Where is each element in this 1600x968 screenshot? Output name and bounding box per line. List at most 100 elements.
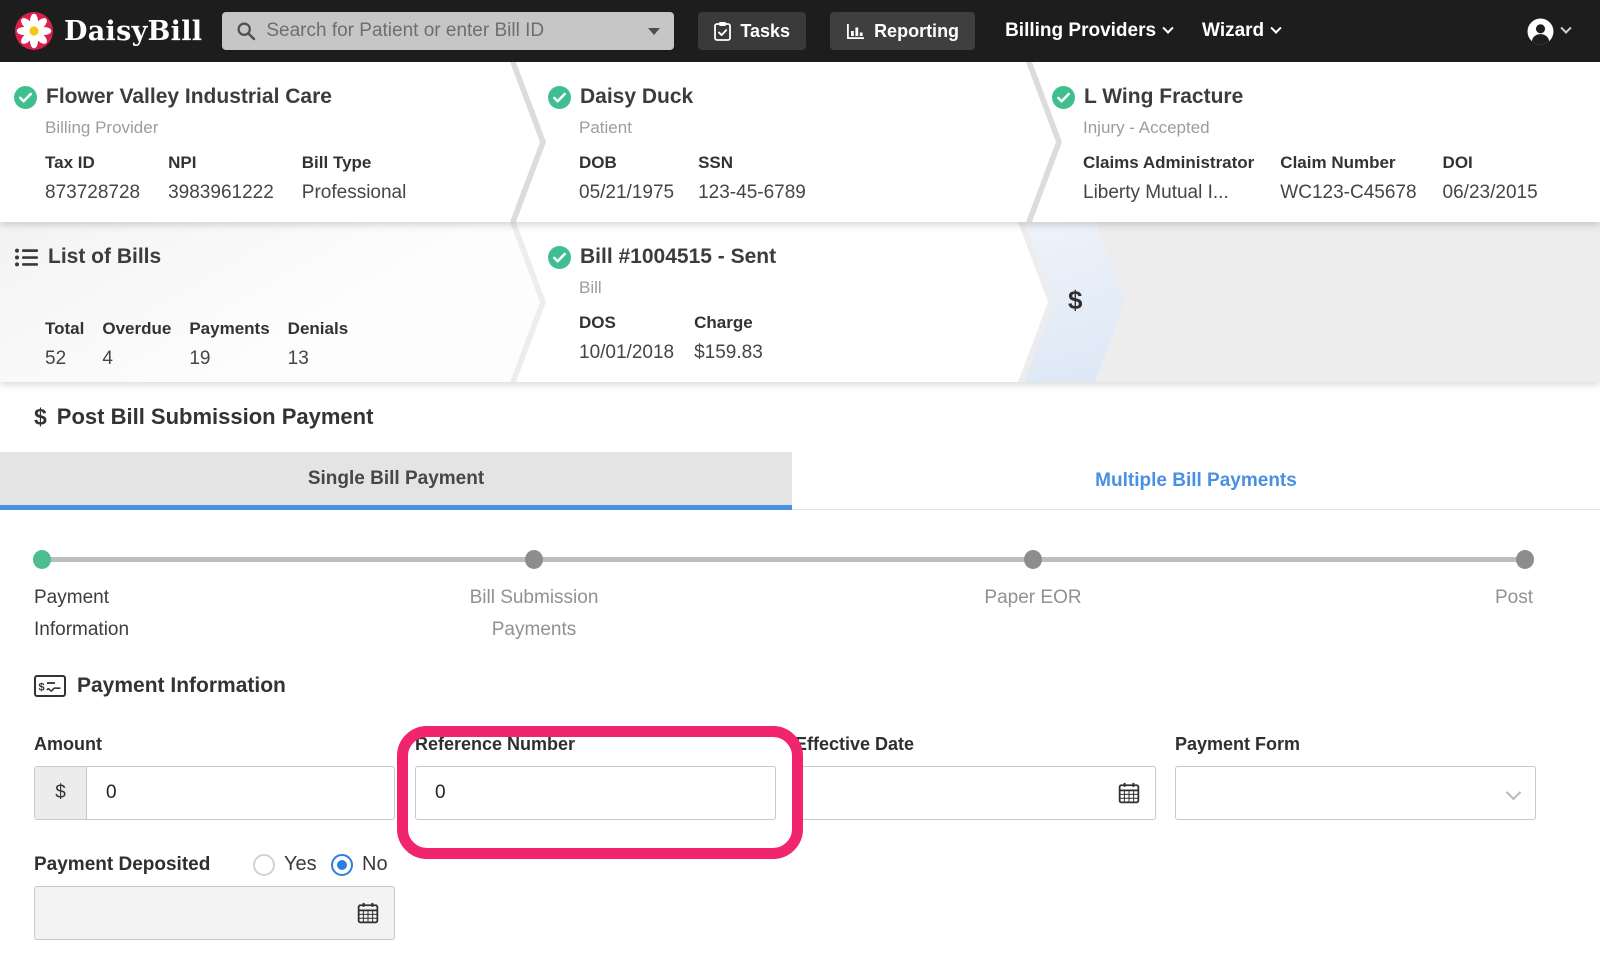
chevron-down-icon — [1162, 22, 1174, 34]
payment-progress-stepper: Payment Information Bill Submission Paym… — [0, 510, 1600, 672]
patient-subtitle: Patient — [579, 118, 632, 137]
post-payment-section-header: $ Post Bill Submission Payment — [0, 382, 1600, 452]
step-label-paper-eor: Paper EOR — [984, 587, 1082, 608]
reference-number-label: Reference Number — [415, 734, 576, 754]
amount-currency-prefix: $ — [35, 767, 87, 819]
search-icon — [236, 21, 256, 41]
field-label: DOI — [1442, 153, 1473, 172]
payment-information-title: Payment Information — [77, 674, 286, 697]
stepper-track — [42, 557, 1525, 562]
check-circle-icon — [548, 86, 571, 109]
deposit-date-input[interactable] — [35, 887, 335, 939]
field-label: Tax ID — [45, 153, 95, 172]
calendar-icon[interactable] — [1118, 782, 1140, 804]
field-value: 06/23/2015 — [1442, 182, 1538, 203]
step-dot-post — [1516, 550, 1534, 569]
bill-subtitle: Bill — [579, 278, 602, 297]
radio-checked-icon[interactable] — [331, 853, 353, 876]
check-circle-icon — [1052, 85, 1075, 109]
reporting-chart-icon — [846, 23, 865, 40]
step-label-bill-submission-payments: Bill Submission Payments — [469, 587, 599, 640]
chevron-down-icon — [1560, 22, 1572, 34]
breadcrumb-list-of-bills[interactable]: List of Bills Total 52 Overdue 4 Payments 1… — [0, 222, 540, 382]
breadcrumb-billing-provider[interactable]: Flower Valley Industrial Care Billing Pr… — [0, 62, 540, 222]
breadcrumb-injury[interactable]: L Wing Fracture Injury - Accepted Claims… — [1032, 62, 1600, 222]
search-input[interactable] — [266, 20, 641, 42]
wizard-menu[interactable]: Wizard — [1202, 20, 1282, 42]
field-value: 13 — [287, 348, 309, 369]
tab-multiple-bill-payments[interactable]: Multiple Bill Payments — [792, 452, 1600, 510]
breadcrumb-row-entities: Flower Valley Industrial Care Billing Pr… — [0, 62, 1600, 222]
field-value: WC123-C45678 — [1280, 182, 1417, 203]
step-dot-paper-eor — [1024, 550, 1042, 569]
field-label: Total — [45, 319, 85, 338]
tasks-button[interactable]: Tasks — [698, 12, 807, 50]
breadcrumb-row-bill: List of Bills Total 52 Overdue 4 Payments 1… — [0, 222, 1600, 382]
tab-label: Multiple Bill Payments — [1095, 469, 1297, 491]
daisy-flower-icon — [14, 11, 54, 51]
list-icon — [14, 247, 39, 268]
radio-label: Yes — [284, 853, 317, 875]
reference-number-input-group — [415, 766, 776, 820]
field-value: Liberty Mutual I... — [1083, 182, 1229, 203]
field-label: Claim Number — [1280, 153, 1396, 172]
payment-deposited-yes-radio[interactable]: Yes — [253, 853, 317, 876]
radio-label: No — [362, 853, 388, 875]
bill-title: Bill #1004515 - Sent — [580, 245, 777, 268]
reporting-label: Reporting — [874, 20, 960, 41]
user-avatar-icon — [1527, 18, 1554, 45]
field-value: 52 — [45, 348, 67, 369]
tab-single-bill-payment[interactable]: Single Bill Payment — [0, 452, 792, 510]
breadcrumb-bill[interactable]: Bill #1004515 - Sent Bill DOS 10/01/2018 … — [516, 222, 1048, 382]
field-label: Overdue — [102, 319, 172, 338]
field-value: 123-45-6789 — [698, 182, 806, 203]
radio-unchecked-icon[interactable] — [253, 853, 275, 876]
field-label: SSN — [698, 153, 734, 172]
field-label: NPI — [168, 153, 197, 172]
field-label: Denials — [287, 319, 349, 338]
tasks-label: Tasks — [740, 20, 791, 41]
payment-deposited-no-radio[interactable]: No — [331, 853, 388, 876]
field-label: Bill Type — [301, 153, 372, 172]
dollar-icon: $ — [1068, 285, 1083, 315]
billing-providers-label: Billing Providers — [1005, 20, 1157, 41]
payment-form-value — [1176, 767, 1535, 819]
field-label: DOB — [579, 153, 617, 172]
field-value: 3983961222 — [168, 182, 274, 203]
chevron-down-icon — [1270, 22, 1282, 34]
user-account-menu[interactable] — [1527, 18, 1572, 45]
field-label: Claims Administrator — [1083, 153, 1255, 172]
amount-input[interactable] — [87, 767, 394, 819]
reporting-button[interactable]: Reporting — [830, 12, 976, 50]
amount-label: Amount — [34, 734, 102, 754]
field-value: 05/21/1975 — [579, 182, 675, 203]
breadcrumb-patient[interactable]: Daisy Duck Patient DOB 05/21/1975 SSN 123-… — [516, 62, 1056, 222]
provider-title: Flower Valley Industrial Care — [46, 85, 332, 108]
field-label: Payments — [189, 319, 270, 338]
billing-providers-menu[interactable]: Billing Providers — [1005, 20, 1174, 42]
effective-date-label: Effective Date — [795, 734, 915, 754]
search-dropdown-caret-icon[interactable] — [648, 27, 661, 35]
patient-title: Daisy Duck — [580, 85, 694, 108]
reference-number-input[interactable] — [416, 767, 775, 819]
svg-text:$: $ — [39, 682, 45, 694]
brand-logo[interactable]: DaisyBill — [14, 11, 202, 51]
top-navbar: DaisyBill Tasks — [0, 0, 1600, 62]
patient-search[interactable] — [222, 12, 675, 50]
field-value: Professional — [301, 182, 407, 203]
effective-date-input[interactable] — [796, 767, 1118, 819]
check-money-icon: $ — [34, 675, 66, 697]
payment-form-select[interactable] — [1175, 766, 1536, 820]
tab-label: Single Bill Payment — [307, 467, 485, 489]
section-title: Post Bill Submission Payment — [56, 404, 374, 429]
field-value: 10/01/2018 — [579, 342, 675, 363]
field-value: $159.83 — [694, 342, 763, 363]
field-value: 4 — [102, 348, 113, 369]
field-label: Charge — [694, 313, 753, 332]
list-of-bills-title: List of Bills — [48, 245, 162, 268]
payment-form-label: Payment Form — [1175, 734, 1301, 754]
payment-tabs: Single Bill Payment Multiple Bill Paymen… — [0, 452, 1600, 510]
calendar-icon[interactable] — [357, 902, 379, 924]
step-dot-payment-information — [33, 550, 51, 569]
step-label-post: Post — [1494, 587, 1533, 608]
